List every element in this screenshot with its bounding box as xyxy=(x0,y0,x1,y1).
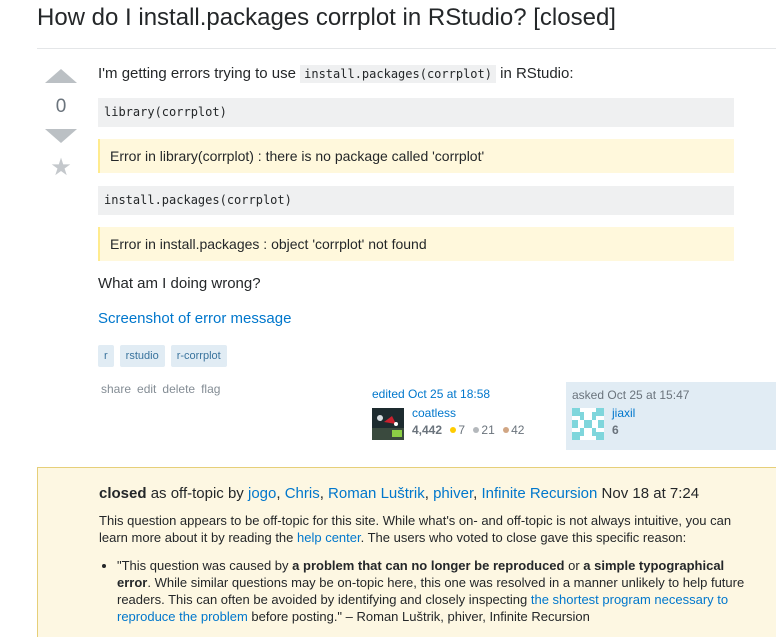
gold-badge-count: 7 xyxy=(458,423,466,437)
tag-list: r rstudio r-corrplot xyxy=(98,345,227,367)
help-center-link[interactable]: help center xyxy=(297,530,361,545)
closer-chris[interactable]: Chris xyxy=(285,485,320,502)
asked-timestamp: asked Oct 25 at 15:47 xyxy=(572,388,690,402)
asker-signature: asked Oct 25 at 15:47 jiaxil 6 xyxy=(566,382,776,450)
question-line: What am I doing wrong? xyxy=(98,275,261,292)
favorite-star-icon[interactable]: ★ xyxy=(44,155,78,181)
bronze-badge-icon xyxy=(503,427,510,434)
tag-r-corrplot[interactable]: r-corrplot xyxy=(170,345,227,367)
question-intro: I'm getting errors trying to use install… xyxy=(98,65,574,83)
code-block-install: install.packages(corrplot) xyxy=(98,186,734,215)
asker-reputation: 6 xyxy=(612,423,619,437)
vote-up-arrow-icon[interactable] xyxy=(45,69,77,83)
asker-name[interactable]: jiaxil xyxy=(612,406,635,420)
flag-link[interactable]: flag xyxy=(201,382,220,396)
editor-reputation: 4,442 7 21 42 xyxy=(412,423,524,437)
screenshot-link[interactable]: Screenshot of error message xyxy=(98,309,291,329)
asker-avatar[interactable] xyxy=(572,408,604,440)
closed-notice-header: closed as off-topic by jogo, Chris, Roma… xyxy=(99,485,700,502)
inline-code: install.packages(corrplot) xyxy=(300,65,496,83)
post-menu: share edit delete flag xyxy=(101,382,220,396)
bronze-badge-count: 42 xyxy=(511,423,525,437)
editor-rep-score: 4,442 xyxy=(412,423,443,437)
silver-badge-icon xyxy=(473,427,480,434)
closed-notice-description: This question appears to be off-topic fo… xyxy=(99,513,732,545)
question-title[interactable]: How do I install.packages corrplot in RS… xyxy=(37,4,616,32)
error-quote-library: Error in library(corrplot) : there is no… xyxy=(98,139,734,173)
tag-r[interactable]: r xyxy=(98,345,114,367)
closer-infinite-recursion[interactable]: Infinite Recursion xyxy=(481,485,597,502)
vote-cell: 0 ★ xyxy=(44,67,78,181)
silver-badge-count: 21 xyxy=(481,423,495,437)
title-divider xyxy=(37,48,776,49)
closer-phiver[interactable]: phiver xyxy=(433,485,473,502)
close-reason: "This question was caused by a problem t… xyxy=(117,557,754,625)
closed-notice: closed as off-topic by jogo, Chris, Roma… xyxy=(37,467,776,637)
delete-link[interactable]: delete xyxy=(162,382,195,396)
share-link[interactable]: share xyxy=(101,382,131,396)
tag-rstudio[interactable]: rstudio xyxy=(119,345,165,367)
vote-count: 0 xyxy=(55,96,67,117)
editor-avatar[interactable] xyxy=(372,408,404,440)
code-block-library: library(corrplot) xyxy=(98,98,734,127)
closer-roman[interactable]: Roman Luštrik xyxy=(328,485,425,502)
error-quote-install: Error in install.packages : object 'corr… xyxy=(98,227,734,261)
edit-link[interactable]: edit xyxy=(137,382,156,396)
editor-signature: edited Oct 25 at 18:58 coatless 4,442 7 … xyxy=(372,386,532,452)
closer-jogo[interactable]: jogo xyxy=(248,485,276,502)
gold-badge-icon xyxy=(450,427,457,434)
editor-name[interactable]: coatless xyxy=(412,406,456,420)
close-reason-list: "This question was caused by a problem t… xyxy=(99,557,754,625)
edited-timestamp[interactable]: edited Oct 25 at 18:58 xyxy=(372,386,532,402)
vote-down-arrow-icon[interactable] xyxy=(45,129,77,143)
